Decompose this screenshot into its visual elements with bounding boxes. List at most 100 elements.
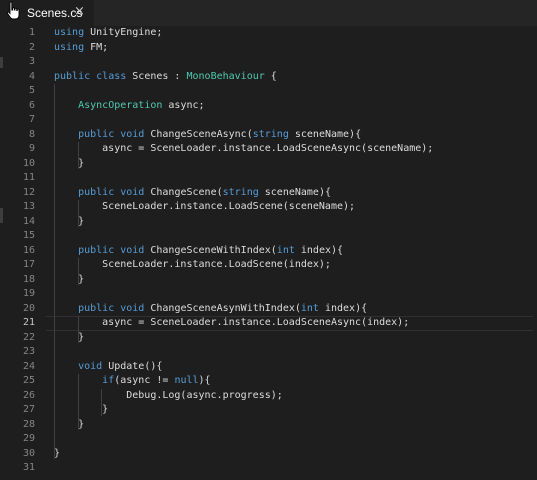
line-number: 14 — [22, 215, 35, 227]
code-token: async; — [162, 99, 205, 111]
code-text: Debug.Log(async.progress); — [54, 389, 283, 404]
line-number: 12 — [22, 186, 35, 198]
code-token: SceneLoader.instance.LoadScene(index); — [54, 259, 331, 270]
line-number: 11 — [22, 172, 35, 183]
line-number: 15 — [22, 230, 35, 241]
code-line[interactable]: 13 SceneLoader.instance.LoadScene(sceneN… — [0, 200, 537, 215]
code-token: UnityEngine; — [84, 27, 163, 38]
line-number: 30 — [22, 447, 35, 459]
code-line[interactable]: 21 async = SceneLoader.instance.LoadScen… — [0, 316, 537, 331]
code-token: sceneName){ — [288, 128, 362, 140]
code-editor[interactable]: 1 using UnityEngine; 2 using FM; 3 4 public cl… — [0, 26, 537, 476]
line-number: 21 — [22, 317, 35, 328]
line-number: 4 — [28, 70, 35, 82]
code-line[interactable]: 19 — [0, 287, 537, 302]
code-line[interactable]: 15 — [0, 229, 537, 244]
line-number: 28 — [22, 418, 35, 430]
line-number: 23 — [22, 346, 35, 357]
code-token: void — [120, 302, 145, 314]
code-line[interactable]: 18 } — [0, 273, 537, 288]
code-token: index){ — [294, 244, 344, 256]
code-token: if — [102, 375, 115, 386]
line-number: 25 — [22, 375, 35, 386]
line-number: 7 — [28, 114, 35, 125]
code-line[interactable]: 9 async = SceneLoader.instance.LoadScene… — [0, 142, 537, 157]
indent-guide — [77, 200, 79, 227]
code-line[interactable]: 29 — [0, 432, 537, 447]
code-line[interactable]: 11 — [0, 171, 537, 186]
code-text: SceneLoader.instance.LoadScene(index); — [54, 258, 331, 273]
code-token: null — [174, 375, 199, 386]
code-line[interactable]: 28 } — [0, 418, 537, 433]
code-token: string — [252, 128, 289, 140]
code-text: } — [54, 273, 84, 288]
code-text: using UnityEngine; — [54, 26, 162, 41]
code-line[interactable]: 24 void Update(){ — [0, 360, 537, 375]
code-text: async = SceneLoader.instance.LoadSceneAs… — [54, 316, 409, 331]
hand-cursor-icon — [6, 1, 20, 20]
code-token: AsyncOperation — [78, 99, 163, 111]
code-token: } — [54, 215, 85, 227]
code-line[interactable]: 10 } — [0, 157, 537, 172]
code-text: } — [54, 331, 84, 346]
code-token: public — [54, 70, 91, 82]
line-number: 31 — [22, 462, 35, 473]
indent-guide — [54, 84, 55, 459]
indent-guide — [101, 388, 103, 416]
code-token: void — [120, 244, 145, 256]
code-token: public — [78, 186, 115, 198]
code-line[interactable]: 5 — [0, 84, 537, 99]
code-line[interactable]: 8 public void ChangeSceneAsync(string sc… — [0, 128, 537, 143]
code-token: public — [78, 128, 115, 140]
line-number: 26 — [22, 389, 35, 401]
code-line[interactable]: 1 using UnityEngine; — [0, 26, 537, 41]
code-line[interactable]: 22 } — [0, 331, 537, 346]
code-line[interactable]: 14 } — [0, 215, 537, 230]
code-token: Debug.Log(async.progress); — [54, 389, 283, 401]
code-line[interactable]: 17 SceneLoader.instance.LoadScene(index)… — [0, 258, 537, 273]
code-line[interactable]: 30} — [0, 447, 537, 462]
code-text: AsyncOperation async; — [54, 99, 205, 114]
code-token: public — [78, 244, 115, 256]
code-text: public class Scenes : MonoBehaviour { — [54, 70, 277, 85]
code-line[interactable]: 20 public void ChangeSceneAsynWithIndex(… — [0, 302, 537, 317]
code-token: ){ — [198, 375, 211, 386]
line-number: 8 — [28, 128, 35, 140]
code-line[interactable]: 23 — [0, 345, 537, 360]
code-text: public void ChangeSceneAsynWithIndex(int… — [54, 302, 367, 317]
code-line[interactable]: 3 — [0, 55, 537, 70]
code-token: index){ — [318, 302, 368, 314]
code-token: { — [264, 70, 277, 82]
code-token: Scenes : — [126, 70, 187, 82]
code-token: class — [96, 70, 127, 82]
code-text: } — [54, 403, 108, 418]
code-line[interactable]: 16 public void ChangeSceneWithIndex(int … — [0, 244, 537, 259]
line-number: 6 — [28, 99, 35, 111]
code-line[interactable]: 2 using FM; — [0, 41, 537, 56]
line-number: 10 — [22, 157, 35, 169]
code-line[interactable]: 12 public void ChangeScene(string sceneN… — [0, 186, 537, 201]
line-number: 19 — [22, 288, 35, 299]
code-line[interactable]: 4 public class Scenes : MonoBehaviour { — [0, 70, 537, 85]
code-line[interactable]: 26 Debug.Log(async.progress); — [0, 389, 537, 404]
code-text: void Update(){ — [54, 360, 162, 375]
line-number: 5 — [28, 85, 35, 96]
code-line[interactable]: 6 AsyncOperation async; — [0, 99, 537, 114]
code-token: } — [54, 273, 85, 285]
code-token: MonoBehaviour — [186, 70, 265, 82]
tab-scenes-cs[interactable]: Scenes.cs × — [0, 0, 94, 26]
code-line[interactable]: 25 if(async != null){ — [0, 374, 537, 389]
tab-bar: Scenes.cs × — [0, 0, 537, 26]
close-icon[interactable]: × — [74, 5, 85, 19]
line-number: 17 — [22, 259, 35, 270]
code-token: using — [54, 27, 85, 38]
code-line[interactable]: 7 — [0, 113, 537, 128]
code-line[interactable]: 31 — [0, 461, 537, 476]
code-line[interactable]: 27 } — [0, 403, 537, 418]
code-token: ChangeSceneAsynWithIndex( — [144, 302, 301, 314]
